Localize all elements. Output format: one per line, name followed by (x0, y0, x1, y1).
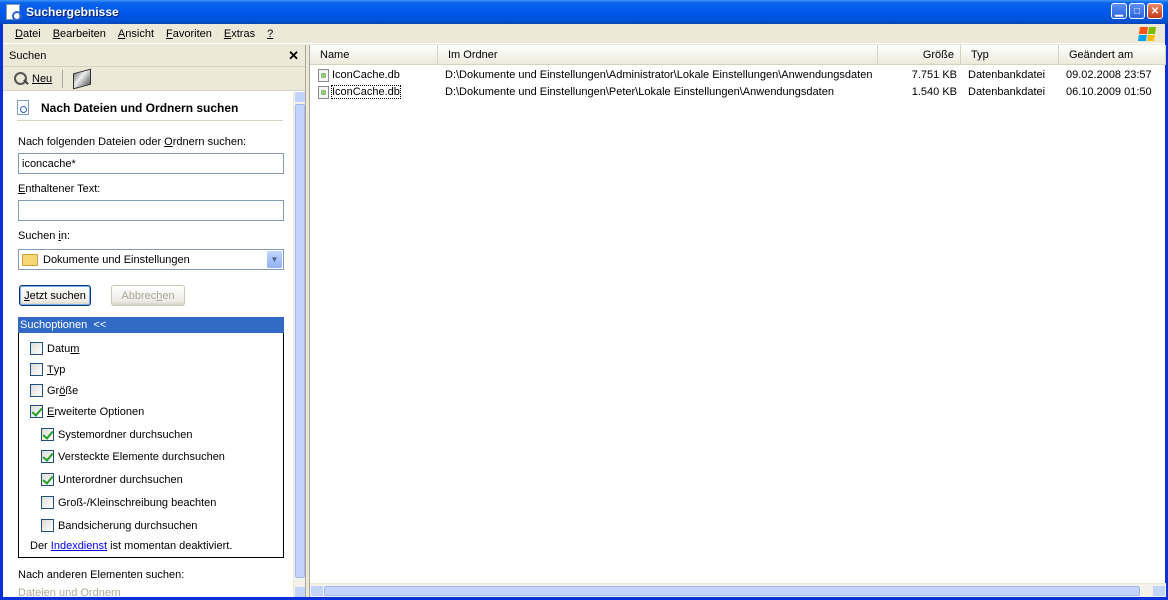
filename-label: Nach folgenden Dateien oder Ordnern such… (18, 136, 247, 148)
close-pane-icon[interactable]: ✕ (288, 48, 299, 64)
search-pane-scrollbar[interactable] (293, 92, 305, 597)
cancel-button[interactable]: Abbrec h en (111, 285, 185, 306)
document-search-icon (17, 100, 29, 115)
chevron-down-icon[interactable]: ▼ (267, 251, 282, 268)
hidden-items-checkbox[interactable] (41, 450, 54, 463)
results-list: Name Im Ordner Größe Typ Geändert am Ico… (309, 45, 1166, 597)
database-file-icon (318, 85, 329, 99)
minimize-button[interactable]: ▁ (1111, 3, 1127, 19)
search-options-toggle[interactable]: Suchoptionen << (18, 317, 284, 333)
case-sensitive-checkbox[interactable] (41, 496, 54, 509)
menu-bar: Datei Bearbeiten Ansicht Favoriten Extra… (3, 24, 1165, 44)
column-modified[interactable]: Geändert am (1059, 45, 1166, 65)
modified-cell: 06.10.2009 01:50 (1066, 86, 1152, 98)
scrollbar-thumb[interactable] (324, 586, 1140, 596)
column-name[interactable]: Name (310, 45, 438, 65)
window-controls: ▁ □ ✕ (1111, 3, 1163, 19)
modified-cell: 09.02.2008 23:57 (1066, 69, 1152, 81)
column-header: Name Im Ordner Größe Typ Geändert am (310, 45, 1166, 65)
column-size[interactable]: Größe (878, 45, 961, 65)
menu-datei[interactable]: Datei (10, 28, 46, 40)
folder-cell: D:\Dokumente und Einstellungen\Peter\Lok… (445, 86, 834, 98)
scroll-right-icon[interactable] (1153, 586, 1165, 596)
search-options-panel: Datu m Typ Gr ö ße Erweiterte Optionen Syst… (18, 333, 284, 558)
menu-ansicht[interactable]: Ansicht (113, 28, 159, 40)
type-cell: Datenbankdatei (968, 69, 1046, 81)
results-horizontal-scrollbar[interactable] (310, 583, 1166, 597)
table-row[interactable]: IconCache.db D:\Dokumente und Einstellun… (310, 84, 1166, 102)
option-size[interactable]: Gr ö ße (30, 384, 78, 397)
advanced-checkbox[interactable] (30, 405, 43, 418)
search-companion-button[interactable] (69, 68, 95, 89)
file-name-cell[interactable]: IconCache.db (318, 67, 400, 83)
option-date[interactable]: Datu m (30, 342, 79, 355)
window-title: Suchergebnisse (26, 5, 119, 19)
scroll-up-icon[interactable] (295, 92, 305, 102)
size-cell: 1.540 KB (911, 86, 957, 98)
contains-text-label: Enthaltener Text: (18, 183, 101, 195)
scroll-left-icon[interactable] (311, 586, 323, 596)
title-bar[interactable]: Suchergebnisse ▁ □ ✕ (0, 0, 1168, 24)
new-search-label: Neu (32, 72, 53, 85)
search-pane-title: Suchen (9, 49, 47, 62)
menu-bearbeiten[interactable]: Bearbeiten (48, 28, 111, 40)
search-pane: Suchen ✕ Neu Nach Dateien und Ordnern su… (3, 45, 306, 597)
column-type[interactable]: Typ (961, 45, 1059, 65)
explorer-window: Suchergebnisse ▁ □ ✕ Datei Bearbeiten An… (0, 0, 1168, 600)
folder-cell: D:\Dokumente und Einstellungen\Administr… (445, 69, 873, 81)
filename-input[interactable] (18, 153, 284, 174)
index-service-note: Der Indexdienst ist momentan deaktiviert… (30, 540, 233, 552)
option-case-sensitive[interactable]: Groß-/Kleinschreibung beachten (41, 496, 216, 509)
option-type[interactable]: Typ (30, 363, 65, 376)
search-pane-header: Suchen ✕ (3, 45, 305, 67)
toolbar-separator (62, 69, 64, 88)
close-button[interactable]: ✕ (1147, 3, 1163, 19)
scroll-down-icon[interactable] (295, 587, 305, 597)
option-advanced[interactable]: Erweiterte Optionen (30, 405, 144, 418)
tape-backup-checkbox[interactable] (41, 519, 54, 532)
system-folders-checkbox[interactable] (41, 428, 54, 441)
file-name-cell[interactable]: IconCache.db (318, 84, 401, 100)
size-checkbox[interactable] (30, 384, 43, 397)
menu-favoriten[interactable]: Favoriten (161, 28, 217, 40)
database-file-icon (318, 68, 329, 82)
maximize-button[interactable]: □ (1129, 3, 1145, 19)
scrollbar-thumb[interactable] (295, 104, 305, 578)
type-checkbox[interactable] (30, 363, 43, 376)
search-results-icon (6, 4, 22, 21)
search-companion-icon (73, 68, 92, 89)
column-folder[interactable]: Im Ordner (438, 45, 878, 65)
windows-logo-icon (1132, 24, 1163, 44)
other-items-label: Nach anderen Elementen suchen: (18, 569, 185, 581)
size-cell: 7.751 KB (911, 69, 957, 81)
option-hidden-items[interactable]: Versteckte Elemente durchsuchen (41, 450, 225, 463)
option-system-folders[interactable]: Systemordner durchsuchen (41, 428, 193, 441)
menu-extras[interactable]: Extras (219, 28, 260, 40)
look-in-label: Suchen in: (18, 230, 71, 242)
search-form: Nach Dateien und Ordnern suchen Nach fol… (3, 92, 294, 597)
contains-text-input[interactable] (18, 200, 284, 221)
date-checkbox[interactable] (30, 342, 43, 355)
look-in-select[interactable]: Dokumente und Einstellungen ▼ (18, 249, 284, 270)
new-search-icon (13, 71, 29, 87)
search-toolbar: Neu (3, 67, 305, 91)
new-search-button[interactable]: Neu (9, 70, 56, 88)
other-items-link[interactable]: Dateien und Ordnern (18, 587, 121, 597)
type-cell: Datenbankdatei (968, 86, 1046, 98)
option-subfolders[interactable]: Unterordner durchsuchen (41, 473, 183, 486)
search-section-title: Nach Dateien und Ordnern suchen (17, 95, 283, 121)
option-tape-backup[interactable]: Bandsicherung durchsuchen (41, 519, 197, 532)
folder-icon (22, 253, 38, 266)
menu-help[interactable]: ? (262, 28, 278, 40)
index-service-link[interactable]: Indexdienst (51, 540, 107, 552)
search-now-button[interactable]: Jetzt suchen (19, 285, 91, 306)
subfolders-checkbox[interactable] (41, 473, 54, 486)
table-row[interactable]: IconCache.db D:\Dokumente und Einstellun… (310, 67, 1166, 85)
